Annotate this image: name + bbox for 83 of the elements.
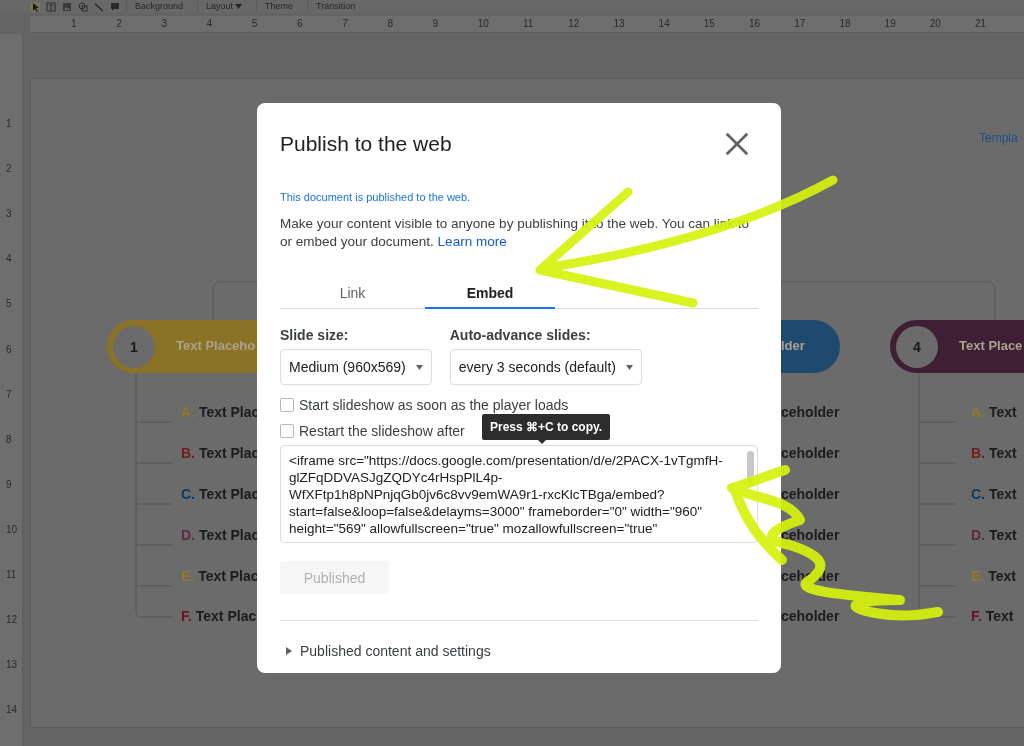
tab[interactable]: Embed (425, 279, 555, 309)
ruler-number: 7 (6, 388, 12, 400)
copy-tooltip: Press ⌘+C to copy. (482, 414, 611, 440)
caret-icon (415, 364, 423, 370)
ruler-number: 17 (794, 18, 806, 29)
list-item: C. Text (971, 486, 1017, 502)
tab[interactable]: Link (280, 279, 425, 309)
ruler-number: 3 (161, 18, 167, 29)
caret-icon (286, 647, 292, 655)
tooltip-pointer-icon (537, 439, 547, 444)
ruler-number: 8 (6, 433, 12, 445)
column-title: lder (781, 338, 805, 353)
ruler-number: 5 (251, 18, 258, 29)
ruler-number: 1 (71, 18, 77, 29)
details-toggle[interactable]: Published content and settings (280, 643, 491, 659)
comment-icon[interactable] (110, 1, 120, 12)
embed-code-field[interactable]: <iframe src="https://docs.google.com/presentation/d/e/2PACX-1vTgmfH-glZFqDDVASJgZQDYc4rHspPlL4p-WfXFtp1h8pNPnjqGb0jv6c8vv9emWA9r1-rxcKlcTBga/embed?start=false&loop=false&delayms=3000" frameborder="0" width="960" height="569" allowfullscreen="true" mozallowfullscreen="true" (280, 445, 758, 543)
ruler-number: 18 (839, 18, 851, 29)
column-title: Text Place (959, 338, 1023, 353)
ruler-number: 19 (884, 18, 896, 29)
ruler-number: 2 (116, 18, 122, 29)
text-box-icon[interactable] (46, 1, 56, 12)
column-title: Text Placeho (176, 338, 256, 353)
ruler-number: 8 (387, 18, 393, 29)
list-item: ceholder (781, 404, 840, 420)
ruler-number: 4 (6, 253, 12, 265)
list-item: B. Text (971, 445, 1017, 461)
list-item: F. Text (971, 608, 1014, 624)
shape-icon[interactable] (78, 1, 88, 12)
ruler-number: 14 (658, 18, 670, 29)
ruler-number: 16 (749, 18, 761, 29)
setting-label: Slide size: (280, 327, 350, 343)
ruler-number: 2 (6, 163, 12, 175)
image-icon[interactable] (62, 1, 72, 12)
list-item: E. Text (971, 568, 1016, 584)
line-icon[interactable] (94, 1, 104, 12)
list-item: ceholder (781, 486, 840, 502)
ruler-number: 5 (6, 298, 12, 310)
ruler-number: 6 (6, 343, 12, 355)
dialog-title: Publish to the web (280, 132, 452, 156)
ruler-number: 1 (6, 118, 12, 129)
ruler-number: 11 (6, 569, 17, 580)
ruler-number: 9 (432, 18, 439, 29)
status-text: This document is published to the web. (280, 191, 472, 203)
cursor-icon[interactable] (30, 1, 40, 12)
setting-label: Auto-advance slides: (449, 327, 592, 343)
ruler-number: 10 (477, 18, 489, 29)
list-item: A. Text Plac (181, 404, 260, 420)
caret-icon (235, 4, 243, 9)
ruler-number: 14 (6, 704, 18, 716)
ruler-number: 7 (342, 18, 348, 29)
checkbox[interactable] (280, 398, 294, 412)
list-item: ceholder (781, 608, 840, 624)
list-item: E. Text Plac (181, 568, 259, 584)
list-item: C. Text Plac (181, 486, 260, 502)
ruler-number: 12 (6, 614, 18, 626)
ruler-number: 13 (613, 18, 625, 29)
ruler-number: 21 (975, 18, 987, 29)
ruler-number: 3 (6, 208, 12, 220)
list-item: A. Text (971, 404, 1017, 420)
brand-text: Templa (979, 131, 1018, 145)
ruler-number: 6 (297, 18, 303, 29)
ruler-number: 13 (6, 659, 18, 671)
dropdown[interactable]: every 3 seconds (default) (449, 349, 642, 385)
dropdown[interactable]: Medium (960x569) (280, 349, 432, 385)
list-item: ceholder (781, 527, 840, 543)
ruler-number: 4 (206, 18, 213, 29)
ruler-number: 10 (6, 523, 18, 535)
ruler-number: 15 (703, 18, 715, 29)
list-item: D. Text (971, 527, 1017, 543)
caret-icon (625, 364, 633, 370)
list-item: D. Text Plac (181, 527, 260, 543)
ruler-number: 9 (6, 478, 12, 490)
list-item: ceholder (781, 445, 840, 461)
ruler-number: 12 (568, 18, 580, 29)
ruler-number: 11 (523, 18, 534, 29)
checkbox-label: Start slideshow as soon as the player loads (299, 397, 569, 413)
ruler-number: 20 (929, 18, 941, 29)
list-item: B. Text Plac (181, 445, 260, 461)
list-item: F. Text Plac (181, 608, 257, 624)
learn-more-link[interactable]: Learn more (437, 234, 507, 249)
checkbox-label: Restart the slideshow after (299, 423, 465, 439)
checkbox[interactable] (280, 424, 294, 438)
